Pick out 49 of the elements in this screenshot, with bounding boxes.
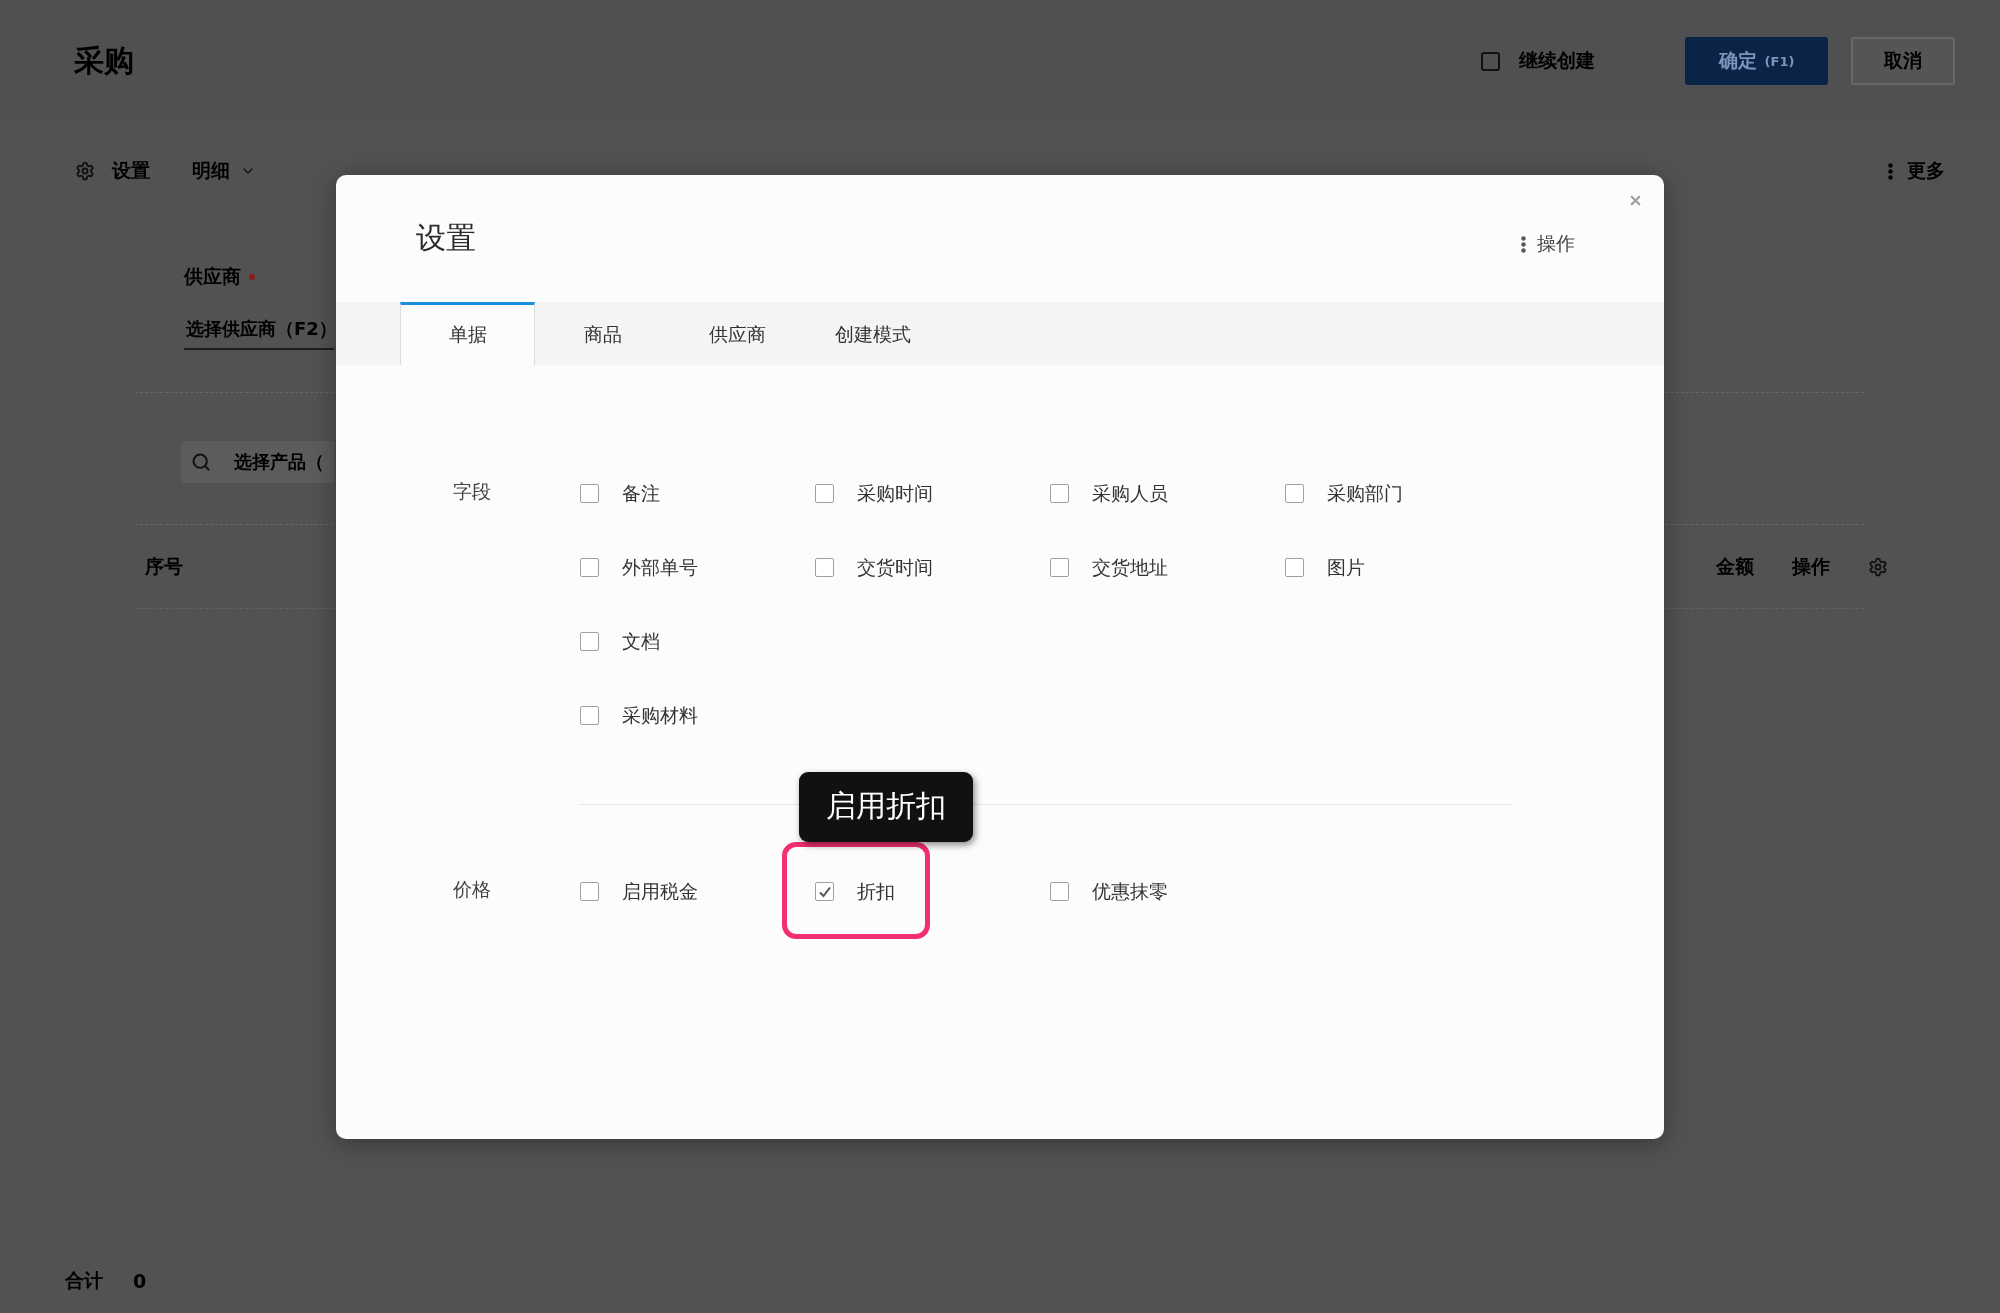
- checkbox[interactable]: [580, 558, 599, 577]
- checkbox-label[interactable]: 折扣: [857, 878, 895, 905]
- checkbox-label[interactable]: 采购部门: [1327, 480, 1403, 507]
- checkbox[interactable]: [815, 882, 834, 901]
- actions-button[interactable]: 操作: [1521, 231, 1575, 257]
- checkbox-label[interactable]: 交货地址: [1092, 554, 1168, 581]
- tab[interactable]: 创建模式: [805, 301, 940, 365]
- total-value: 0: [133, 1270, 147, 1292]
- search-icon: [191, 452, 211, 472]
- checkbox[interactable]: [1481, 51, 1500, 71]
- checkbox-label[interactable]: 采购材料: [622, 702, 698, 729]
- checkbox[interactable]: [580, 706, 599, 725]
- checkbox[interactable]: [815, 484, 834, 503]
- checkbox[interactable]: [1285, 484, 1304, 503]
- checkbox-label[interactable]: 备注: [622, 480, 660, 507]
- tab[interactable]: 商品: [535, 301, 670, 365]
- checkbox-label[interactable]: 启用税金: [622, 878, 698, 905]
- column-header: 金额: [1716, 553, 1754, 579]
- column-header: 操作: [1792, 553, 1830, 579]
- total-label: 合计: [65, 1268, 103, 1293]
- settings-icon: [75, 161, 95, 181]
- checkbox[interactable]: [1050, 882, 1069, 901]
- checkbox-label[interactable]: 图片: [1327, 554, 1365, 581]
- checkbox-label[interactable]: 采购人员: [1092, 480, 1168, 507]
- checkbox[interactable]: [1285, 558, 1304, 577]
- field-label: 供应商: [184, 264, 241, 289]
- checkbox-label[interactable]: 外部单号: [622, 554, 698, 581]
- section-label: 字段: [453, 478, 491, 504]
- checkbox-label[interactable]: 文档: [622, 628, 660, 655]
- checkbox[interactable]: [815, 558, 834, 577]
- checkbox-label[interactable]: 优惠抹零: [1092, 878, 1168, 905]
- more-vertical-icon: [1521, 235, 1526, 253]
- page-title: 采购: [74, 41, 134, 80]
- checkbox[interactable]: [1050, 484, 1069, 503]
- checkbox[interactable]: [580, 484, 599, 503]
- checkbox[interactable]: [580, 632, 599, 651]
- tab[interactable]: 供应商: [670, 301, 805, 365]
- checkbox[interactable]: [1050, 558, 1069, 577]
- tooltip: 启用折扣: [799, 771, 973, 842]
- tab[interactable]: 单据: [400, 301, 535, 365]
- confirm-button[interactable]: 确定 (F1): [1685, 37, 1828, 85]
- settings-icon[interactable]: [1868, 556, 1888, 577]
- section-label: 价格: [453, 876, 491, 902]
- checkbox-label[interactable]: 交货时间: [857, 554, 933, 581]
- checkbox[interactable]: [580, 882, 599, 901]
- checkbox-label[interactable]: 采购时间: [857, 480, 933, 507]
- dialog-title: 设置: [416, 218, 476, 257]
- more-vertical-icon: [1888, 162, 1893, 180]
- column-header: 序号: [145, 553, 183, 579]
